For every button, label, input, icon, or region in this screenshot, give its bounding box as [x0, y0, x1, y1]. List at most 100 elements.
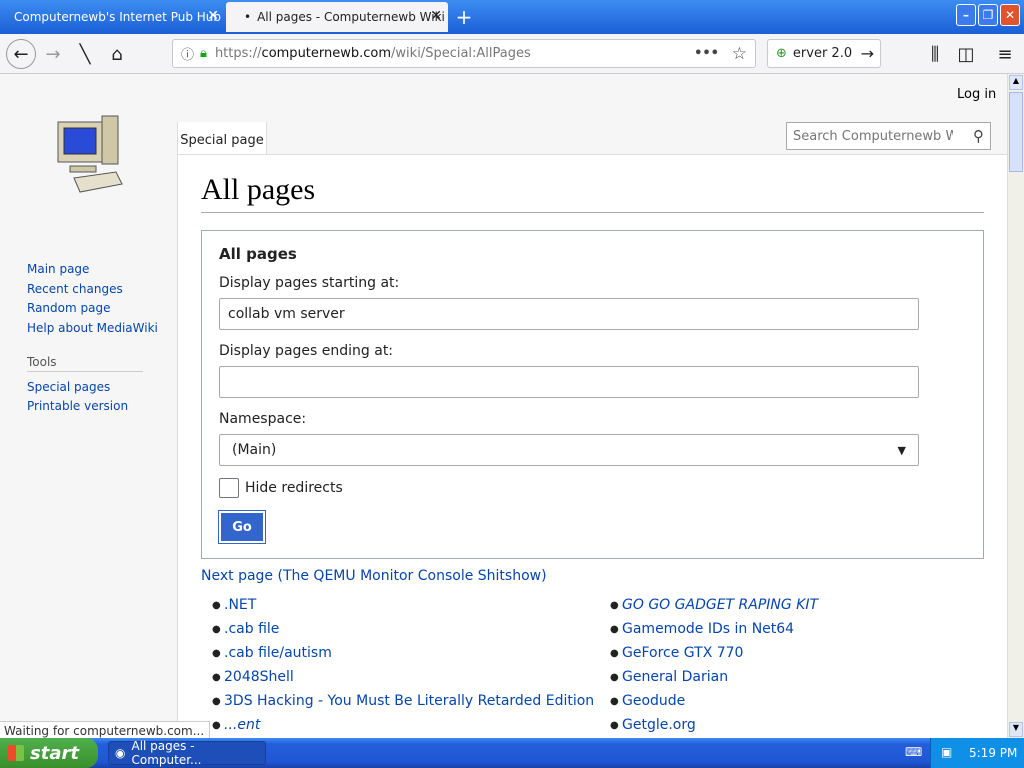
- home-button[interactable]: ⌂: [104, 41, 130, 67]
- page-link[interactable]: ...ent: [224, 717, 260, 733]
- taskbar-item-browser[interactable]: ◉ All pages - Computer...: [108, 739, 266, 767]
- page-link[interactable]: General Darian: [622, 669, 728, 685]
- menu-button[interactable]: ≡: [992, 41, 1018, 67]
- page-actions-icon[interactable]: •••: [694, 46, 719, 61]
- page-link[interactable]: GO GO GADGET RAPING KIT: [622, 597, 818, 613]
- namespace-label: Namespace:: [219, 411, 307, 427]
- sidebar: Main page Recent changes Random page Hel…: [0, 254, 176, 454]
- sidebar-item-help[interactable]: Help about MediaWiki: [27, 321, 158, 335]
- loading-icon: •: [244, 10, 252, 24]
- sidebar-item-main-page[interactable]: Main page: [27, 262, 89, 276]
- tab-special-page[interactable]: Special page: [177, 122, 267, 155]
- forward-arrow-icon: →: [45, 43, 61, 65]
- start-button[interactable]: start: [0, 738, 98, 768]
- new-tab-button[interactable]: +: [452, 5, 476, 29]
- page-link[interactable]: 3DS Hacking - You Must Be Literally Reta…: [224, 693, 594, 709]
- sidebar-toggle-button[interactable]: ◫: [953, 41, 979, 67]
- list-item[interactable]: ● Gamemode IDs in Net64: [610, 617, 818, 641]
- sidebar-item-special-pages[interactable]: Special pages: [27, 380, 110, 394]
- extension-widget[interactable]: ⊕ erver 2.0 →: [767, 39, 881, 68]
- form-legend: All pages: [219, 245, 297, 263]
- pages-list-column-1: ● .NET ● .cab file ● .cab file/autism ● 2048…: [212, 593, 594, 737]
- list-item[interactable]: ● .cab file: [212, 617, 594, 641]
- info-icon: ⓘ: [181, 48, 195, 63]
- list-item[interactable]: ● 3DS Hacking - You Must Be Literally Ret…: [212, 689, 594, 713]
- keyboard-icon[interactable]: ⌨: [905, 745, 922, 759]
- namespace-select[interactable]: (Main) ▼: [219, 434, 919, 466]
- url-path: /wiki/Special:AllPages: [391, 46, 531, 61]
- maximize-button[interactable]: ❐: [978, 4, 998, 26]
- tab-title: Computernewb's Internet Pub Hub: [14, 10, 221, 24]
- list-item[interactable]: ● ...ent: [212, 713, 594, 737]
- close-tab-icon[interactable]: ✕: [207, 8, 219, 24]
- close-window-button[interactable]: ✕: [1000, 4, 1020, 26]
- page-viewport: Log in Main page Recent changes Random p…: [0, 74, 1007, 738]
- bookmark-star-icon[interactable]: ☆: [732, 44, 747, 64]
- tab-all-pages[interactable]: • All pages - Computernewb Wiki ✕: [226, 2, 448, 32]
- browser-icon: ◉: [115, 746, 126, 760]
- sidebar-item-random-page[interactable]: Random page: [27, 301, 110, 315]
- allpages-form: All pages Display pages starting at: col…: [201, 230, 984, 559]
- search-input[interactable]: [793, 128, 953, 144]
- page-link[interactable]: Getgle.org: [622, 717, 696, 733]
- stop-button[interactable]: ╲: [72, 41, 98, 67]
- list-item[interactable]: ● 2048Shell: [212, 665, 594, 689]
- address-bar[interactable]: ⓘ 🔒︎ https://computernewb.com/wiki/Speci…: [172, 39, 756, 68]
- sidebar-item-recent-changes[interactable]: Recent changes: [27, 282, 123, 296]
- page-link[interactable]: Gamemode IDs in Net64: [622, 621, 794, 637]
- sidebar-item-printable-version[interactable]: Printable version: [27, 399, 128, 413]
- list-item[interactable]: ● .cab file/autism: [212, 641, 594, 665]
- hamburger-menu-icon: ≡: [997, 43, 1013, 65]
- library-button[interactable]: ⫼: [922, 41, 948, 67]
- taskbar-item-label: All pages - Computer...: [131, 739, 202, 767]
- search-box[interactable]: ⚲: [786, 122, 991, 150]
- tab-title: All pages - Computernewb Wiki: [257, 10, 445, 24]
- page-link[interactable]: .cab file: [224, 621, 279, 637]
- bullet-icon: ●: [610, 599, 619, 611]
- minimize-button[interactable]: –: [956, 4, 976, 26]
- vertical-scrollbar[interactable]: ▲ ▼: [1007, 74, 1024, 738]
- start-label: Display pages starting at:: [219, 275, 400, 291]
- bullet-icon: ●: [610, 719, 619, 731]
- list-item[interactable]: ● GeForce GTX 770: [610, 641, 818, 665]
- hide-redirects-checkbox[interactable]: [219, 478, 239, 498]
- list-item[interactable]: ● Getgle.org: [610, 713, 818, 737]
- forward-button[interactable]: →: [40, 41, 66, 67]
- close-tab-icon[interactable]: ✕: [430, 8, 442, 24]
- extension-icon: ⊕: [776, 46, 787, 61]
- hide-redirects-label[interactable]: Hide redirects: [245, 480, 343, 496]
- go-arrow-icon: →: [860, 44, 874, 63]
- search-icon[interactable]: ⚲: [973, 127, 984, 145]
- page-link[interactable]: Geodude: [622, 693, 685, 709]
- taskbar: start ◉ All pages - Computer... ⌨ ▣ 5:19…: [0, 738, 1024, 768]
- page-link[interactable]: .NET: [224, 597, 256, 613]
- bullet-icon: ●: [610, 671, 619, 683]
- bullet-icon: ●: [212, 599, 221, 611]
- network-icon[interactable]: ▣: [941, 745, 952, 759]
- scroll-up-icon[interactable]: ▲: [1009, 75, 1023, 90]
- scroll-down-icon[interactable]: ▼: [1009, 722, 1023, 737]
- list-item[interactable]: ● GO GO GADGET RAPING KIT: [610, 593, 818, 617]
- chevron-down-icon: ▼: [897, 443, 906, 457]
- start-input[interactable]: collab vm server: [219, 298, 919, 330]
- list-item[interactable]: ● .NET: [212, 593, 594, 617]
- status-text: Waiting for computernewb.com...: [4, 724, 205, 738]
- page-link[interactable]: 2048Shell: [224, 669, 294, 685]
- back-button[interactable]: ←: [6, 39, 36, 69]
- end-input[interactable]: [219, 366, 919, 398]
- go-button[interactable]: Go: [218, 510, 266, 544]
- start-label: start: [30, 742, 79, 764]
- list-item[interactable]: ● General Darian: [610, 665, 818, 689]
- tab-computernewb-hub[interactable]: Computernewb's Internet Pub Hub ✕: [0, 2, 225, 32]
- bullet-icon: ●: [212, 623, 221, 635]
- list-item[interactable]: ● Geodude: [610, 689, 818, 713]
- wiki-logo[interactable]: [50, 112, 126, 196]
- scroll-thumb[interactable]: [1009, 92, 1023, 172]
- bullet-icon: ●: [610, 695, 619, 707]
- stop-icon: ╲: [79, 43, 91, 65]
- pages-list-column-2: ● GO GO GADGET RAPING KIT ● Gamemode IDs i…: [610, 593, 818, 737]
- page-link[interactable]: GeForce GTX 770: [622, 645, 743, 661]
- login-link[interactable]: Log in: [957, 87, 996, 102]
- page-link[interactable]: .cab file/autism: [224, 645, 332, 661]
- next-page-link[interactable]: Next page (The QEMU Monitor Console Shit…: [201, 568, 547, 584]
